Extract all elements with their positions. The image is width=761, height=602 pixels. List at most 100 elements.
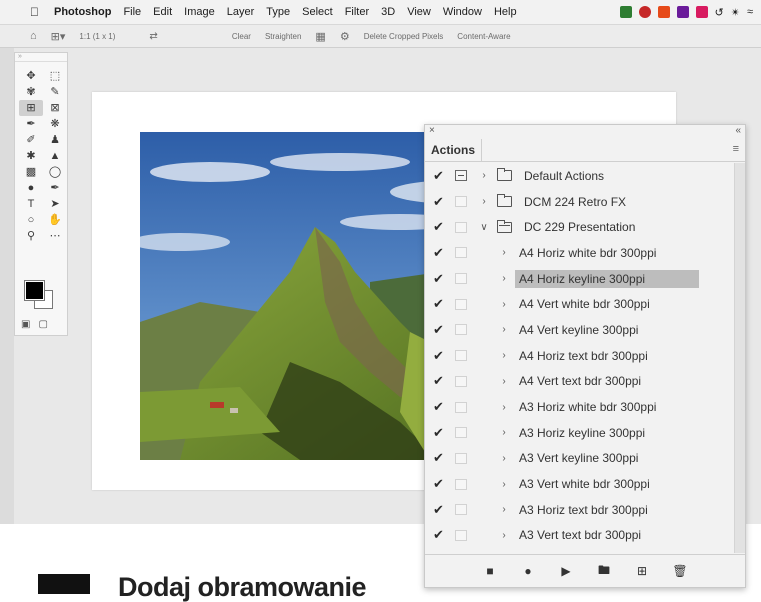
ratio-select[interactable]: 1:1 (1 x 1) bbox=[79, 32, 115, 41]
menu-layer[interactable]: Layer bbox=[227, 6, 255, 18]
record-icon[interactable]: ● bbox=[520, 564, 536, 578]
healing-tool-icon[interactable]: ❋ bbox=[43, 116, 67, 132]
dialog-toggle-box[interactable] bbox=[455, 504, 467, 516]
toggle-checkmark-icon[interactable]: ✔ bbox=[433, 168, 451, 184]
toggle-checkmark-icon[interactable]: ✔ bbox=[433, 296, 451, 312]
chevron-right-icon[interactable]: › bbox=[497, 427, 511, 438]
bluetooth-icon[interactable]: ✴ bbox=[731, 6, 740, 19]
stamp-tool-icon[interactable]: ♟ bbox=[43, 132, 67, 148]
swap-icon[interactable]: ⇄ bbox=[149, 31, 157, 42]
status-app-icon[interactable] bbox=[638, 6, 651, 18]
toggle-checkmark-icon[interactable]: ✔ bbox=[433, 271, 451, 287]
eraser-tool-icon[interactable]: ▲ bbox=[43, 148, 67, 164]
menu-type[interactable]: Type bbox=[266, 6, 290, 18]
brush-tool-icon[interactable]: ✐ bbox=[19, 132, 43, 148]
chevron-right-icon[interactable]: › bbox=[477, 170, 491, 181]
clear-button[interactable]: Clear bbox=[232, 32, 251, 41]
panel-menu-icon[interactable]: ≡ bbox=[733, 143, 739, 155]
trash-icon[interactable]: 🗑 bbox=[672, 564, 688, 578]
play-icon[interactable]: ▶ bbox=[558, 564, 574, 578]
action-row[interactable]: ✔ › A3 Vert white bdr 300ppi bbox=[425, 471, 735, 497]
action-row[interactable]: ✔ › A4 Horiz white bdr 300ppi bbox=[425, 240, 735, 266]
marquee-tool-icon[interactable]: ⬚ bbox=[43, 68, 67, 84]
quick-mask-icon[interactable]: ▣▢ bbox=[21, 319, 56, 330]
action-row[interactable]: ✔ › A4 Horiz keyline 300ppi bbox=[425, 266, 735, 292]
menu-select[interactable]: Select bbox=[302, 6, 333, 18]
action-set-row[interactable]: ✔ ∨ DC 229 Presentation bbox=[425, 214, 735, 240]
type-tool-icon[interactable]: T bbox=[19, 196, 43, 212]
toggle-checkmark-icon[interactable]: ✔ bbox=[433, 425, 451, 441]
pen-tool-icon[interactable]: ✒ bbox=[43, 180, 67, 196]
dialog-toggle-box[interactable] bbox=[455, 452, 467, 464]
history-brush-tool-icon[interactable]: ✱ bbox=[19, 148, 43, 164]
tools-collapse-icon[interactable]: » bbox=[15, 53, 67, 62]
toggle-checkmark-icon[interactable]: ✔ bbox=[433, 450, 451, 466]
status-app-icon[interactable] bbox=[676, 6, 689, 18]
new-set-icon[interactable]: 🖿 bbox=[596, 561, 612, 582]
frame-tool-icon[interactable]: ⊠ bbox=[43, 100, 67, 116]
toggle-checkmark-icon[interactable]: ✔ bbox=[433, 373, 451, 389]
collapse-panel-icon[interactable]: « bbox=[735, 125, 741, 136]
zoom-tool-icon[interactable]: ⚲ bbox=[19, 228, 43, 244]
action-row[interactable]: ✔ › A4 Vert keyline 300ppi bbox=[425, 317, 735, 343]
toggle-checkmark-icon[interactable]: ✔ bbox=[433, 219, 451, 235]
dialog-toggle-box[interactable] bbox=[455, 247, 467, 259]
menu-edit[interactable]: Edit bbox=[153, 6, 172, 18]
dialog-toggle-box[interactable] bbox=[455, 324, 467, 336]
action-row[interactable]: ✔ › A3 Horiz text bdr 300ppi bbox=[425, 497, 735, 523]
dialog-toggle-box[interactable] bbox=[455, 273, 467, 285]
chevron-right-icon[interactable]: › bbox=[477, 196, 491, 207]
dialog-toggle-box[interactable] bbox=[455, 375, 467, 387]
menu-file[interactable]: File bbox=[123, 6, 141, 18]
home-icon[interactable]: ⌂ bbox=[30, 30, 37, 42]
action-row[interactable]: ✔ › A4 Horiz text bdr 300ppi bbox=[425, 343, 735, 369]
overlay-grid-icon[interactable]: ▦ bbox=[315, 30, 325, 43]
status-app-icon[interactable] bbox=[657, 6, 670, 18]
dialog-toggle-box[interactable] bbox=[455, 170, 467, 182]
dialog-toggle-box[interactable] bbox=[455, 350, 467, 362]
toggle-checkmark-icon[interactable]: ✔ bbox=[433, 348, 451, 364]
blur-tool-icon[interactable]: ◯ bbox=[43, 164, 67, 180]
action-row[interactable]: ✔ › A3 Horiz keyline 300ppi bbox=[425, 420, 735, 446]
toggle-checkmark-icon[interactable]: ✔ bbox=[433, 194, 451, 210]
toggle-checkmark-icon[interactable]: ✔ bbox=[433, 245, 451, 261]
content-aware-checkbox[interactable]: Content-Aware bbox=[457, 32, 510, 41]
chevron-right-icon[interactable]: › bbox=[497, 376, 511, 387]
action-set-row[interactable]: ✔ › DCM 224 Retro FX bbox=[425, 189, 735, 215]
stop-icon[interactable]: ■ bbox=[482, 564, 498, 578]
crop-tool-icon[interactable]: ⊞ bbox=[19, 100, 43, 116]
chevron-right-icon[interactable]: › bbox=[497, 247, 511, 258]
time-machine-icon[interactable]: ↺ bbox=[715, 6, 724, 19]
action-row[interactable]: ✔ › A4 Vert text bdr 300ppi bbox=[425, 369, 735, 395]
action-row[interactable]: ✔ › A3 Vert text bdr 300ppi bbox=[425, 523, 735, 549]
toggle-checkmark-icon[interactable]: ✔ bbox=[433, 502, 451, 518]
new-action-icon[interactable]: ⊞ bbox=[634, 564, 650, 578]
dialog-toggle-box[interactable] bbox=[455, 196, 467, 208]
foreground-color-swatch[interactable] bbox=[24, 280, 45, 301]
shape-tool-icon[interactable]: ○ bbox=[19, 212, 43, 228]
status-app-icon[interactable] bbox=[695, 6, 708, 18]
more-tools-icon[interactable]: ⋯ bbox=[43, 228, 67, 244]
chevron-down-icon[interactable]: ∨ bbox=[477, 222, 491, 233]
dialog-toggle-box[interactable] bbox=[455, 427, 467, 439]
menu-help[interactable]: Help bbox=[494, 6, 517, 18]
chevron-right-icon[interactable]: › bbox=[497, 479, 511, 490]
apple-menu-icon[interactable]:  bbox=[30, 5, 44, 19]
close-panel-icon[interactable]: × bbox=[429, 125, 435, 136]
toggle-checkmark-icon[interactable]: ✔ bbox=[433, 527, 451, 543]
chevron-right-icon[interactable]: › bbox=[497, 299, 511, 310]
gradient-tool-icon[interactable]: ▩ bbox=[19, 164, 43, 180]
path-select-tool-icon[interactable]: ➤ bbox=[43, 196, 67, 212]
dialog-toggle-box[interactable] bbox=[455, 221, 467, 233]
toggle-checkmark-icon[interactable]: ✔ bbox=[433, 322, 451, 338]
wifi-icon[interactable]: ≈ bbox=[747, 6, 753, 18]
menu-filter[interactable]: Filter bbox=[345, 6, 369, 18]
action-row[interactable]: ✔ › A4 Vert white bdr 300ppi bbox=[425, 291, 735, 317]
toggle-checkmark-icon[interactable]: ✔ bbox=[433, 476, 451, 492]
dialog-toggle-box[interactable] bbox=[455, 401, 467, 413]
dialog-toggle-box[interactable] bbox=[455, 478, 467, 490]
straighten-button[interactable]: Straighten bbox=[265, 32, 301, 41]
dodge-tool-icon[interactable]: ● bbox=[19, 180, 43, 196]
menu-app-name[interactable]: Photoshop bbox=[54, 6, 111, 18]
action-row[interactable]: ✔ › A3 Horiz white bdr 300ppi bbox=[425, 394, 735, 420]
